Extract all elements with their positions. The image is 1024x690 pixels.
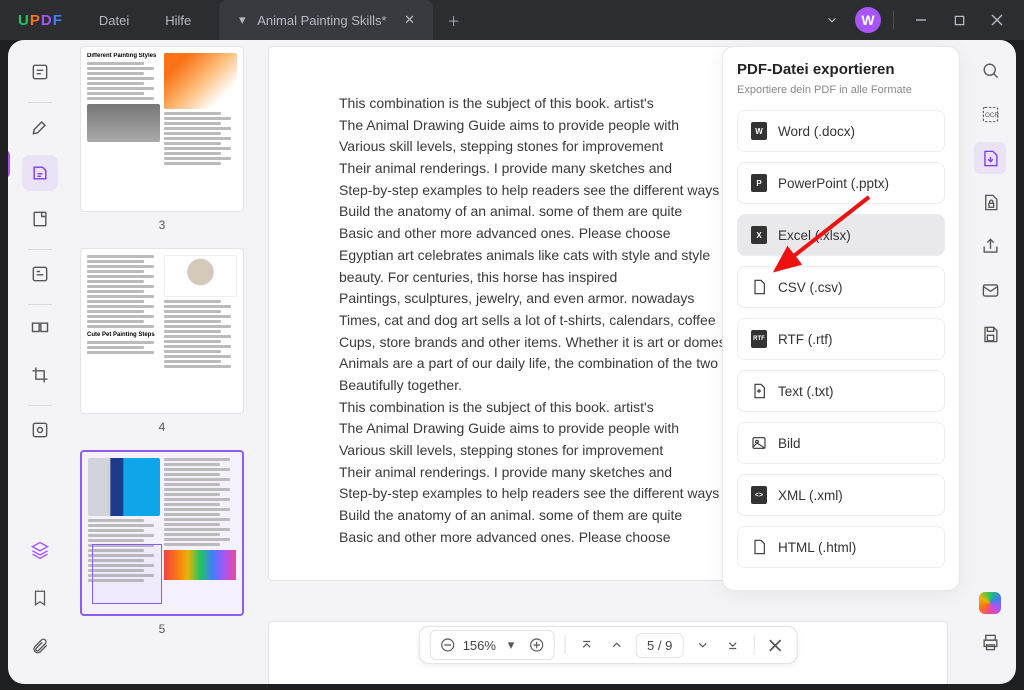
thumbnail-page-5[interactable]	[80, 450, 244, 616]
zoom-bar: 156% ▾ 5 / 9	[419, 626, 798, 664]
tab-title: Animal Painting Skills*	[257, 13, 386, 28]
export-rtf[interactable]: RTFRTF (.rtf)	[737, 318, 945, 360]
rail-organize-icon[interactable]	[22, 311, 58, 347]
app-logo: UPDF	[0, 12, 81, 29]
divider	[893, 11, 894, 29]
rail-highlighter-icon[interactable]	[22, 109, 58, 145]
thumb-sculpture-photo	[88, 458, 160, 516]
rail-form-icon[interactable]	[22, 256, 58, 292]
zoom-in-button[interactable]	[526, 634, 548, 656]
close-tab-icon[interactable]: ✕	[401, 11, 419, 29]
zoom-out-button[interactable]	[437, 634, 459, 656]
last-page-button[interactable]	[721, 634, 743, 656]
page-indicator[interactable]: 5 / 9	[636, 633, 683, 658]
add-tab-button[interactable]: ＋	[439, 5, 469, 35]
menu-file[interactable]: Datei	[81, 0, 147, 40]
doc-line: Egyptian art celebrates animals like cat…	[339, 682, 613, 684]
share-icon[interactable]	[974, 230, 1006, 262]
export-icon[interactable]	[974, 142, 1006, 174]
thumbnail-page-4[interactable]: Cute Pet Painting Steps	[80, 248, 244, 414]
image-file-icon	[750, 434, 768, 452]
menu-help[interactable]: Hilfe	[147, 0, 209, 40]
workspace: Different Painting Styles 3 Cute Pet Pai…	[8, 40, 1016, 684]
tab-dropdown-icon[interactable]: ▾	[233, 11, 251, 29]
export-excel[interactable]: XExcel (.xlsx)	[737, 214, 945, 256]
ocr-icon[interactable]: OCR	[974, 98, 1006, 130]
thumb-illustration	[164, 53, 237, 109]
zoom-dropdown-icon[interactable]: ▾	[500, 634, 522, 656]
thumb-dog-photo	[164, 255, 237, 297]
excel-icon: X	[750, 226, 768, 244]
close-zoombar-button[interactable]	[764, 634, 786, 656]
export-text[interactable]: Text (.txt)	[737, 370, 945, 412]
word-icon: W	[750, 122, 768, 140]
thumb-photo	[87, 104, 160, 142]
export-powerpoint[interactable]: PPowerPoint (.pptx)	[737, 162, 945, 204]
thumb-number: 3	[80, 218, 244, 232]
prev-page-button[interactable]	[606, 634, 628, 656]
thumb-number: 4	[80, 420, 244, 434]
email-icon[interactable]	[974, 274, 1006, 306]
rail-crop-icon[interactable]	[22, 357, 58, 393]
thumbnails-panel: Different Painting Styles 3 Cute Pet Pai…	[72, 40, 252, 684]
thumb-number: 5	[80, 622, 244, 636]
ppt-icon: P	[750, 174, 768, 192]
selection-overlay	[92, 544, 162, 604]
rtf-icon: RTF	[750, 330, 768, 348]
titlebar-dropdown-icon[interactable]	[817, 5, 847, 35]
svg-text:OCR: OCR	[984, 111, 998, 118]
document-tab[interactable]: ▾ Animal Painting Skills* ✕	[219, 0, 432, 40]
first-page-button[interactable]	[576, 634, 598, 656]
export-panel: PDF-Datei exportieren Exportiere dein PD…	[722, 46, 960, 591]
thumbnail-page-3[interactable]: Different Painting Styles	[80, 46, 244, 212]
zoom-level: 156%	[463, 638, 496, 653]
csv-icon	[750, 278, 768, 296]
rail-page-icon[interactable]	[22, 201, 58, 237]
next-page-button[interactable]	[691, 634, 713, 656]
export-subtitle: Exportiere dein PDF in alle Formate	[737, 84, 945, 96]
rail-read-icon[interactable]	[22, 54, 58, 90]
txt-icon	[750, 382, 768, 400]
doc-line: Egyptian art celebrates animals like cat…	[643, 682, 917, 684]
thumb-pencils	[164, 550, 236, 580]
html-icon	[750, 538, 768, 556]
export-word[interactable]: WWord (.docx)	[737, 110, 945, 152]
right-rail: OCR	[964, 40, 1016, 684]
protect-icon[interactable]	[974, 186, 1006, 218]
theme-icon[interactable]	[979, 592, 1001, 614]
print-icon[interactable]	[974, 626, 1006, 658]
rail-edit-icon[interactable]	[22, 155, 58, 191]
rail-bookmark-icon[interactable]	[22, 580, 58, 616]
maximize-button[interactable]	[944, 5, 974, 35]
left-rail	[8, 40, 72, 684]
export-csv[interactable]: CSV (.csv)	[737, 266, 945, 308]
rail-layers-icon[interactable]	[22, 532, 58, 568]
user-avatar[interactable]: W	[855, 7, 881, 33]
xml-icon: <>	[750, 486, 768, 504]
minimize-button[interactable]	[906, 5, 936, 35]
titlebar: UPDF Datei Hilfe ▾ Animal Painting Skill…	[0, 0, 1024, 40]
rail-attachment-icon[interactable]	[22, 628, 58, 664]
export-image[interactable]: Bild	[737, 422, 945, 464]
export-title: PDF-Datei exportieren	[737, 61, 945, 78]
export-html[interactable]: HTML (.html)	[737, 526, 945, 568]
close-window-button[interactable]	[982, 5, 1012, 35]
save-icon[interactable]	[974, 318, 1006, 350]
rail-tools-icon[interactable]	[22, 412, 58, 448]
export-xml[interactable]: <>XML (.xml)	[737, 474, 945, 516]
search-icon[interactable]	[974, 54, 1006, 86]
